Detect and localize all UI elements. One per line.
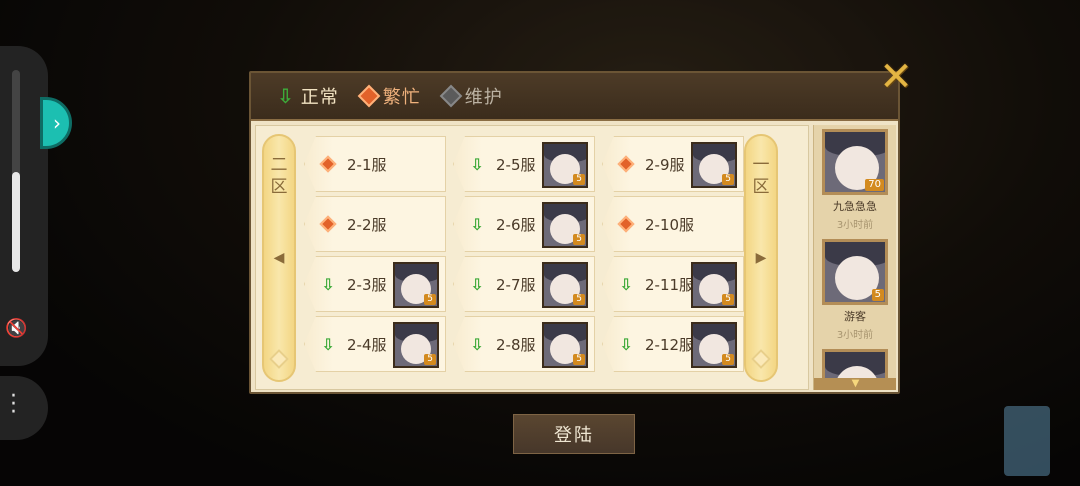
server-entry[interactable]: ⇩ 2-4服 5 [304, 316, 446, 372]
zone-tab-next-label: 一区 [752, 155, 770, 197]
character-avatar: 5 [691, 262, 737, 308]
player-name: 九急急急 [833, 200, 877, 213]
more-options-icon[interactable]: · · · [10, 386, 17, 424]
status-busy-icon [617, 155, 635, 173]
server-name: 2-8服 [496, 335, 536, 354]
close-button[interactable]: ✕ [876, 57, 916, 97]
server-name: 2-9服 [645, 155, 685, 174]
status-normal-icon: ⇩ [470, 154, 484, 174]
legend-normal: ⇩ 正常 [277, 83, 339, 109]
legend-normal-label: 正常 [300, 87, 339, 108]
status-normal-icon: ⇩ [619, 274, 633, 294]
server-entry[interactable]: ⇩ 2-5服 5 [453, 136, 595, 192]
status-busy-icon [319, 155, 337, 173]
status-normal-icon: ⇩ [321, 334, 335, 354]
server-name: 2-12服 [645, 335, 695, 354]
character-level-badge: 5 [722, 354, 734, 365]
legend-maintenance-label: 维护 [464, 87, 503, 108]
server-entry[interactable]: 2-10服 [602, 196, 744, 252]
status-normal-icon: ⇩ [470, 334, 484, 354]
volume-slider-fill[interactable] [12, 172, 20, 272]
character-avatar: 5 [542, 142, 588, 188]
character-avatar: 5 [691, 142, 737, 188]
character-avatar: 5 [542, 322, 588, 368]
player-card[interactable]: 5 游客 3小时前 [820, 239, 890, 341]
legend-busy: 繁忙 [357, 83, 421, 109]
character-avatar: 5 [542, 262, 588, 308]
server-grid: 2-1服 ⇩ 2-5服 5 2-9服 5 2-2服 ⇩ 2-6服 5 2-10服 ⇩ 2-3服 5 ⇩ 2-7… [304, 136, 744, 372]
server-entry[interactable]: ⇩ 2-7服 5 [453, 256, 595, 312]
status-busy-icon [617, 215, 635, 233]
player-name: 游客 [844, 310, 866, 323]
character-avatar: 5 [393, 262, 439, 308]
character-level-badge: 5 [722, 294, 734, 305]
zone-tab-next[interactable]: 一区 ▶ [744, 134, 778, 382]
character-level-badge: 5 [573, 354, 585, 365]
character-level-badge: 5 [573, 234, 585, 245]
server-name: 2-6服 [496, 215, 536, 234]
player-level-badge: 70 [865, 179, 884, 191]
server-select-dialog: ⇩ 正常 繁忙 维护 ✕ 二区 ◀ 2-1服 ⇩ 2-5服 5 2-9服 5 2-2服 ⇩ 2-… [249, 57, 913, 394]
character-avatar: 5 [542, 202, 588, 248]
background-decoration [1004, 406, 1050, 476]
server-name: 2-5服 [496, 155, 536, 174]
server-name: 2-2服 [347, 215, 387, 234]
zone-tab-current-label: 二区 [270, 155, 288, 197]
character-level-badge: 5 [722, 174, 734, 185]
status-legend-bar: ⇩ 正常 繁忙 维护 [251, 73, 898, 121]
server-entry[interactable]: ⇩ 2-8服 5 [453, 316, 595, 372]
server-name: 2-4服 [347, 335, 387, 354]
status-normal-icon: ⇩ [277, 84, 295, 108]
server-list-panel: 二区 ◀ 2-1服 ⇩ 2-5服 5 2-9服 5 2-2服 ⇩ 2-6服 5 2-10服 ⇩ 2-3服… [255, 125, 809, 390]
player-avatar: 5 [822, 239, 888, 305]
server-name: 2-7服 [496, 275, 536, 294]
player-level-badge: 5 [871, 289, 884, 301]
server-name: 2-11服 [645, 275, 695, 294]
arrow-left-icon[interactable]: ◀ [274, 250, 285, 266]
status-normal-icon: ⇩ [470, 274, 484, 294]
legend-maintenance: 维护 [439, 83, 503, 109]
recent-players-panel: 70 九急急急 3小时前 5 游客 3小时前 ▼ [813, 125, 896, 390]
login-button[interactable]: 登陆 [513, 414, 635, 454]
character-level-badge: 5 [424, 354, 436, 365]
status-normal-icon: ⇩ [470, 214, 484, 234]
server-entry[interactable]: 2-9服 5 [602, 136, 744, 192]
close-icon: ✕ [879, 54, 913, 100]
server-name: 2-1服 [347, 155, 387, 174]
server-entry[interactable]: ⇩ 2-12服 5 [602, 316, 744, 372]
status-busy-icon [319, 215, 337, 233]
status-maintenance-icon [439, 84, 463, 108]
gem-decoration-icon [269, 349, 289, 369]
server-entry[interactable]: ⇩ 2-3服 5 [304, 256, 446, 312]
character-level-badge: 5 [424, 294, 436, 305]
status-normal-icon: ⇩ [321, 274, 335, 294]
character-level-badge: 5 [573, 294, 585, 305]
server-name: 2-3服 [347, 275, 387, 294]
player-card[interactable]: 70 九急急急 3小时前 [820, 129, 890, 231]
arrow-right-icon[interactable]: ▶ [756, 250, 767, 266]
player-avatar: 70 [822, 129, 888, 195]
zone-tab-current[interactable]: 二区 ◀ [262, 134, 296, 382]
gem-decoration-icon [751, 349, 771, 369]
scroll-down-icon[interactable]: ▼ [814, 378, 896, 390]
server-entry[interactable]: 2-2服 [304, 196, 446, 252]
server-entry[interactable]: 2-1服 [304, 136, 446, 192]
chevron-right-icon: › [53, 111, 61, 135]
player-last-login: 3小时前 [836, 220, 874, 231]
character-avatar: 5 [691, 322, 737, 368]
legend-busy-label: 繁忙 [382, 87, 421, 108]
character-avatar: 5 [393, 322, 439, 368]
character-level-badge: 5 [573, 174, 585, 185]
player-last-login: 3小时前 [836, 330, 874, 341]
server-name: 2-10服 [645, 215, 695, 234]
status-normal-icon: ⇩ [619, 334, 633, 354]
server-entry[interactable]: ⇩ 2-11服 5 [602, 256, 744, 312]
server-entry[interactable]: ⇩ 2-6服 5 [453, 196, 595, 252]
status-busy-icon [357, 84, 381, 108]
mute-icon[interactable]: 🔇 [5, 318, 27, 339]
